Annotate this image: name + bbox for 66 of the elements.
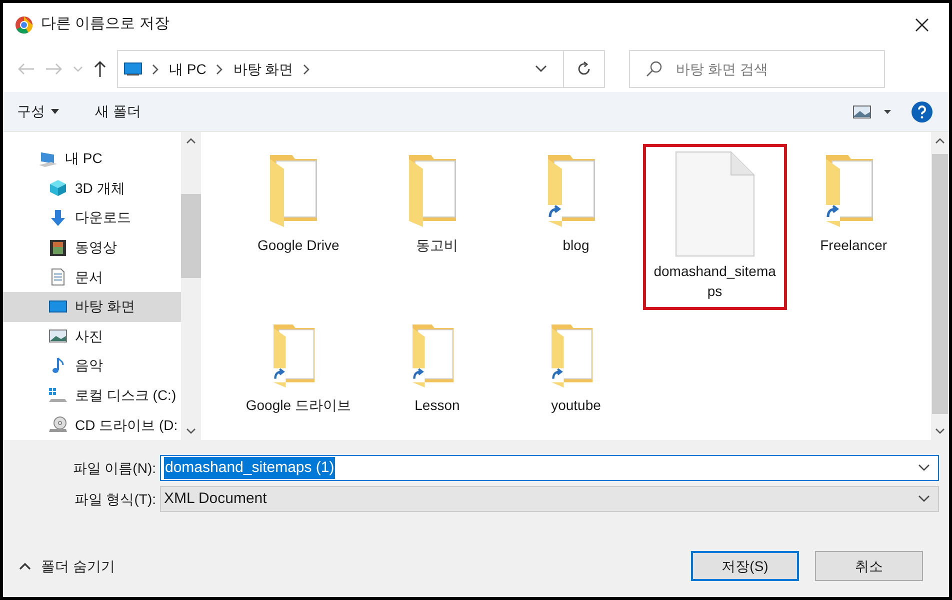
chevron-down-icon[interactable] xyxy=(186,428,196,434)
cube-icon xyxy=(49,179,67,198)
sidebar-item[interactable]: 다운로드 xyxy=(3,203,181,233)
sidebar-item[interactable]: 내 PC xyxy=(3,144,181,174)
help-icon[interactable] xyxy=(911,100,933,122)
sidebar-item[interactable]: 동영상 xyxy=(3,232,181,262)
new-folder-button[interactable]: 새 폴더 xyxy=(95,101,141,122)
file-name: domashand_sitemaps xyxy=(652,262,777,301)
file-item[interactable]: domashand_sitemaps xyxy=(642,144,787,310)
document-icon xyxy=(49,268,67,286)
field-label: 파일 형식(T): xyxy=(73,490,157,509)
address-bar[interactable]: 내 PC 바탕 화면 xyxy=(117,50,605,88)
chevron-right-icon xyxy=(216,64,224,74)
file-name: 동고비 xyxy=(415,236,460,255)
sidebar-item[interactable]: 문서 xyxy=(3,262,181,292)
caret-icon xyxy=(51,109,59,114)
chevron-down-icon[interactable] xyxy=(935,428,945,434)
sidebar-item[interactable]: 사진 xyxy=(3,322,181,352)
chevron-down-icon xyxy=(918,495,930,503)
file-name: Google Drive xyxy=(256,236,340,255)
file-name: youtube xyxy=(550,396,602,415)
save-button[interactable]: 저장(S) xyxy=(691,551,799,581)
cd-drive-icon xyxy=(49,416,67,434)
sidebar-item[interactable]: 로컬 디스크 (C:) xyxy=(3,380,181,410)
chevron-up-icon[interactable] xyxy=(186,138,196,144)
organize-menu-button[interactable]: 구성 xyxy=(17,101,59,122)
sidebar-item[interactable]: CD 드라이브 (D: xyxy=(3,410,181,440)
hide-folders-button[interactable]: 폴더 숨기기 xyxy=(19,556,115,576)
view-options-icon[interactable] xyxy=(853,104,891,118)
picture-icon xyxy=(49,327,67,346)
file-name: Lesson xyxy=(414,396,461,415)
sidebar-item[interactable]: 3D 개체 xyxy=(3,174,181,204)
breadcrumb[interactable]: 내 PC xyxy=(169,58,206,80)
sidebar-item[interactable]: 음악 xyxy=(3,351,181,381)
selected-text: domashand_sitemaps (1) xyxy=(164,456,336,480)
cancel-button[interactable]: 취소 xyxy=(815,551,923,581)
close-icon[interactable] xyxy=(915,18,929,32)
film-icon xyxy=(49,238,67,257)
scrollbar[interactable] xyxy=(181,132,201,440)
scrollbar[interactable] xyxy=(931,132,949,440)
file-type-dropdown[interactable]: XML Document xyxy=(160,486,939,512)
pc-icon xyxy=(39,150,57,168)
breadcrumb[interactable]: 바탕 화면 xyxy=(233,58,294,80)
chevron-right-icon[interactable] xyxy=(303,64,310,74)
chevron-down-icon[interactable] xyxy=(918,464,930,472)
monitor-icon xyxy=(124,62,142,76)
blank-file-icon xyxy=(674,151,755,257)
file-name: Freelancer xyxy=(819,236,888,255)
chevron-up-icon[interactable] xyxy=(935,138,945,144)
search-icon xyxy=(646,61,662,77)
search-field[interactable]: 바탕 화면 검색 xyxy=(629,50,885,88)
chevron-down-icon[interactable] xyxy=(535,65,547,73)
filename-field[interactable]: domashand_sitemaps (1) xyxy=(160,455,939,481)
search-input: 바탕 화면 검색 xyxy=(676,58,868,80)
sidebar-item[interactable]: 바탕 화면 xyxy=(3,292,181,322)
window-title: 다른 이름으로 저장 xyxy=(41,14,170,34)
chevron-up-icon xyxy=(19,562,31,570)
refresh-icon[interactable] xyxy=(576,61,592,77)
up-arrow-icon[interactable] xyxy=(93,60,107,78)
file-name: Google 드라이브 xyxy=(244,396,352,415)
download-arrow-icon xyxy=(49,208,67,227)
file-name: blog xyxy=(562,236,590,255)
chevron-right-icon xyxy=(152,64,159,74)
field-label: 파일 이름(N): xyxy=(72,458,157,478)
browser-logo-icon xyxy=(15,16,33,34)
drive-icon xyxy=(49,386,67,405)
